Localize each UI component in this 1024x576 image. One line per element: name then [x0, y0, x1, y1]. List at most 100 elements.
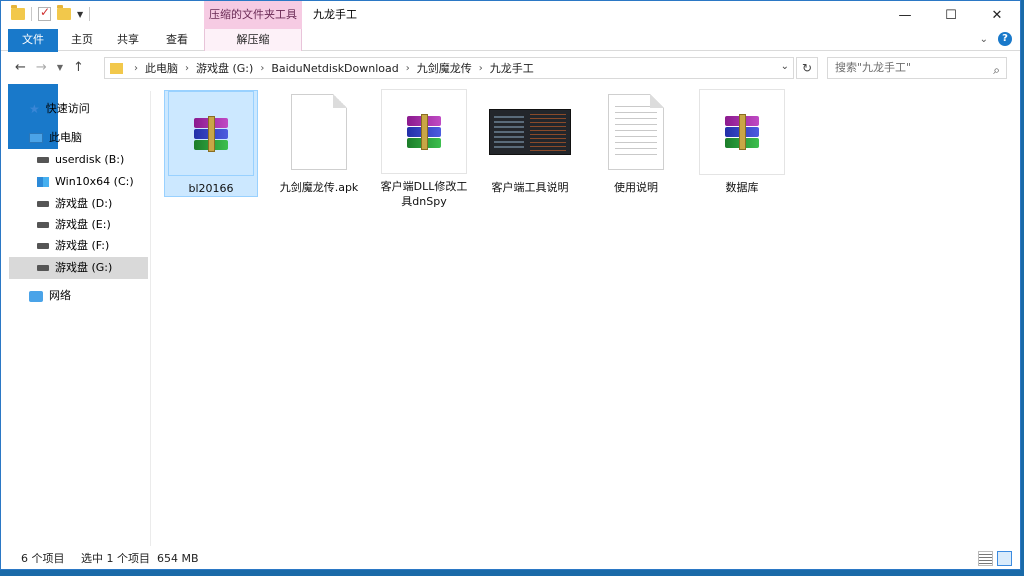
- breadcrumb-item[interactable]: BaiduNetdiskDownload: [267, 62, 402, 75]
- file-name: bl20166: [188, 182, 234, 195]
- folder-icon[interactable]: [11, 5, 25, 20]
- sidebar-item-label: 网络: [49, 289, 71, 302]
- explorer-window: ▼ 压缩的文件夹工具 九龙手工 — ☐ ✕ 文件 主页 共享 查看 解压缩 ⌄ …: [0, 0, 1021, 570]
- toolbar-divider: [89, 7, 91, 21]
- ribbon-right-controls: ⌄ ?: [980, 32, 1012, 46]
- drive-icon: [37, 222, 49, 228]
- view-toggle: [978, 551, 1012, 566]
- file-name: 客户端DLL修改工具dnSpy: [380, 180, 468, 208]
- tab-extract[interactable]: 解压缩: [204, 29, 302, 51]
- chevron-right-icon[interactable]: ›: [131, 63, 141, 74]
- breadcrumb: › 此电脑 › 游戏盘 (G:) › BaiduNetdiskDownload …: [131, 60, 538, 76]
- tab-view[interactable]: 查看: [158, 29, 196, 51]
- sidebar-item-label: 游戏盘 (E:): [55, 218, 111, 231]
- forward-arrow-icon[interactable]: →: [36, 60, 47, 75]
- context-tab-title: 压缩的文件夹工具: [204, 1, 302, 29]
- file-item[interactable]: 数据库: [695, 89, 789, 209]
- network-icon: [29, 290, 43, 302]
- minimize-button[interactable]: —: [882, 1, 928, 29]
- address-history-chevron-icon[interactable]: ⌄: [781, 61, 789, 72]
- sidebar-item-drive-b[interactable]: userdisk (B:): [37, 149, 148, 171]
- chevron-right-icon[interactable]: ›: [476, 63, 486, 74]
- tab-home[interactable]: 主页: [63, 29, 101, 51]
- sidebar-item-label: Win10x64 (C:): [55, 175, 134, 188]
- up-arrow-icon[interactable]: ↑: [73, 60, 84, 75]
- properties-icon[interactable]: [38, 5, 51, 21]
- refresh-icon: ↻: [801, 61, 813, 75]
- file-item[interactable]: 九剑魔龙传.apk: [272, 89, 366, 209]
- search-input[interactable]: 搜索"九龙手工" ⌕: [827, 57, 1007, 79]
- sidebar-item-network[interactable]: 网络: [29, 285, 168, 307]
- search-icon[interactable]: ⌕: [993, 60, 1000, 80]
- drive-icon: [37, 265, 49, 271]
- file-item[interactable]: 客户端DLL修改工具dnSpy: [377, 89, 471, 209]
- minimize-icon: —: [898, 7, 912, 23]
- navigation-buttons: ← → ▼ ↑: [15, 60, 84, 75]
- sidebar-item-drive-e[interactable]: 游戏盘 (E:): [37, 214, 148, 236]
- customize-toolbar-chevron-icon[interactable]: ▼: [77, 10, 83, 19]
- sidebar-item-drive-g[interactable]: 游戏盘 (G:): [9, 257, 148, 279]
- sidebar-item-this-pc[interactable]: 此电脑: [29, 127, 168, 149]
- sidebar-item-label: 快速访问: [45, 102, 90, 115]
- computer-icon: [29, 133, 43, 143]
- folder-icon: [110, 62, 123, 74]
- winrar-archive-icon: [725, 114, 759, 150]
- refresh-button[interactable]: ↻: [796, 57, 818, 79]
- sidebar-item-label: 游戏盘 (D:): [55, 197, 113, 210]
- file-thumbnail: [276, 89, 362, 175]
- title-bar: ▼ 压缩的文件夹工具 九龙手工 — ☐ ✕: [1, 1, 1020, 29]
- large-icons-view-button[interactable]: [997, 551, 1012, 566]
- new-folder-icon[interactable]: [57, 5, 71, 20]
- sidebar-item-quick-access[interactable]: ★ 快速访问: [29, 98, 168, 120]
- selection-count: 选中 1 个项目: [81, 552, 150, 565]
- help-icon[interactable]: ?: [998, 32, 1012, 46]
- file-item[interactable]: 客户端工具说明: [483, 89, 577, 209]
- breadcrumb-item[interactable]: 九剑魔龙传: [413, 60, 476, 76]
- close-icon: ✕: [991, 7, 1003, 23]
- file-thumbnail: [699, 89, 785, 175]
- sidebar-item-drive-f[interactable]: 游戏盘 (F:): [37, 235, 148, 257]
- details-view-button[interactable]: [978, 551, 993, 566]
- chevron-right-icon[interactable]: ›: [403, 63, 413, 74]
- back-arrow-icon[interactable]: ←: [15, 60, 26, 75]
- star-icon: ★: [29, 102, 40, 116]
- winrar-archive-icon: [407, 113, 441, 150]
- sidebar-item-label: 此电脑: [49, 131, 82, 144]
- file-list: bl20166 九剑魔龙传.apk 客户端DLL修改工具dnSpy 客户端工具说…: [161, 89, 1011, 549]
- file-thumbnail: [381, 89, 467, 174]
- window-controls: — ☐ ✕: [882, 1, 1020, 29]
- drive-icon: [37, 243, 49, 249]
- file-name: 使用说明: [614, 181, 658, 194]
- window-title: 九龙手工: [313, 8, 357, 21]
- address-bar[interactable]: › 此电脑 › 游戏盘 (G:) › BaiduNetdiskDownload …: [104, 57, 794, 79]
- file-name: 数据库: [725, 181, 759, 194]
- toolbar-divider: [31, 7, 32, 21]
- close-button[interactable]: ✕: [974, 1, 1020, 29]
- blank-document-icon: [291, 94, 347, 170]
- file-name: 客户端工具说明: [491, 181, 569, 194]
- maximize-button[interactable]: ☐: [928, 1, 974, 29]
- sidebar-item-drive-d[interactable]: 游戏盘 (D:): [37, 193, 148, 215]
- recent-locations-chevron-icon[interactable]: ▼: [57, 63, 63, 72]
- screenshot-thumbnail-icon: [489, 109, 571, 155]
- breadcrumb-item[interactable]: 此电脑: [141, 60, 182, 76]
- tab-share[interactable]: 共享: [109, 29, 147, 51]
- expand-ribbon-chevron-icon[interactable]: ⌄: [980, 34, 988, 45]
- selection-size: 654 MB: [157, 552, 199, 565]
- sidebar-item-label: userdisk (B:): [55, 153, 125, 166]
- sidebar-item-drive-c[interactable]: Win10x64 (C:): [37, 171, 148, 193]
- file-thumbnail: [593, 89, 679, 175]
- item-count: 6 个项目: [21, 552, 65, 565]
- file-thumbnail: [168, 91, 254, 176]
- breadcrumb-item[interactable]: 游戏盘 (G:): [192, 60, 257, 76]
- chevron-right-icon[interactable]: ›: [182, 63, 192, 74]
- status-bar: 6 个项目 选中 1 个项目 654 MB: [1, 549, 1020, 569]
- chevron-right-icon[interactable]: ›: [257, 63, 267, 74]
- maximize-icon: ☐: [945, 7, 957, 23]
- ribbon-tabs: 文件 主页 共享 查看 解压缩 ⌄ ?: [1, 29, 1020, 149]
- file-item[interactable]: bl20166: [164, 90, 258, 197]
- breadcrumb-item[interactable]: 九龙手工: [486, 60, 538, 76]
- winrar-archive-icon: [194, 115, 228, 152]
- file-name: 九剑魔龙传.apk: [279, 181, 359, 194]
- file-item[interactable]: 使用说明: [589, 89, 683, 209]
